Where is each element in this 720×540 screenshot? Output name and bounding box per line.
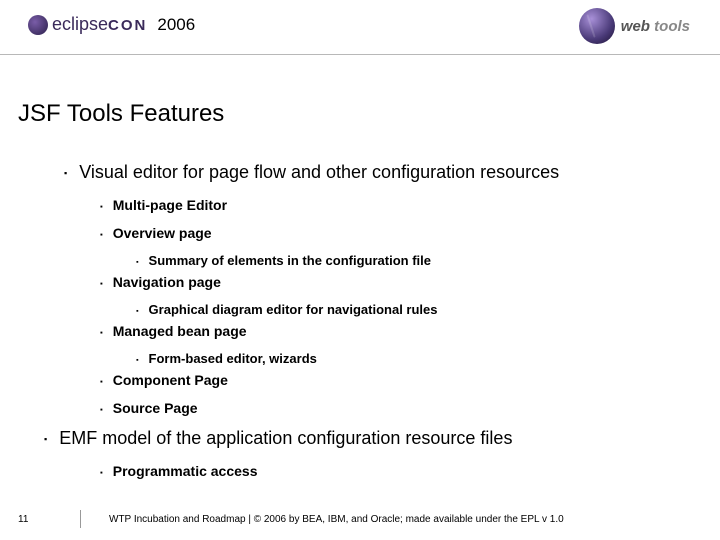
bullet-level2: Overview page xyxy=(100,225,690,241)
footer-text: WTP Incubation and Roadmap | © 2006 by B… xyxy=(109,514,564,525)
bullet-level1: Visual editor for page flow and other co… xyxy=(64,162,690,183)
slide-footer: 11 WTP Incubation and Roadmap | © 2006 b… xyxy=(0,510,720,528)
bullet-level2: Managed bean page xyxy=(100,323,690,339)
page-number: 11 xyxy=(0,514,70,525)
slide-header: eclipseCON 2006 web tools xyxy=(0,0,720,58)
bullet-level2: Source Page xyxy=(100,400,690,416)
webtools-logo: web tools xyxy=(579,8,690,44)
bullet-level2: Programmatic access xyxy=(100,463,690,479)
footer-divider xyxy=(80,510,81,528)
header-divider xyxy=(0,54,720,55)
bullet-level3: Form-based editor, wizards xyxy=(136,351,690,366)
bullet-level3: Summary of elements in the configuration… xyxy=(136,253,690,268)
bullet-level2: Navigation page xyxy=(100,274,690,290)
bullet-level1: EMF model of the application configurati… xyxy=(44,428,690,449)
conference-year: 2006 xyxy=(157,15,195,35)
eclipsecon-logo: eclipseCON 2006 xyxy=(28,14,195,35)
bullet-level2: Component Page xyxy=(100,372,690,388)
webtools-text: web tools xyxy=(621,18,690,35)
bullet-level2: Multi-page Editor xyxy=(100,197,690,213)
webtools-orb-icon xyxy=(579,8,615,44)
eclipse-brand-text: eclipseCON xyxy=(52,14,147,35)
slide-title: JSF Tools Features xyxy=(18,100,224,128)
slide-content: Visual editor for page flow and other co… xyxy=(64,162,690,491)
bullet-level3: Graphical diagram editor for navigationa… xyxy=(136,302,690,317)
eclipse-orb-icon xyxy=(28,15,48,35)
